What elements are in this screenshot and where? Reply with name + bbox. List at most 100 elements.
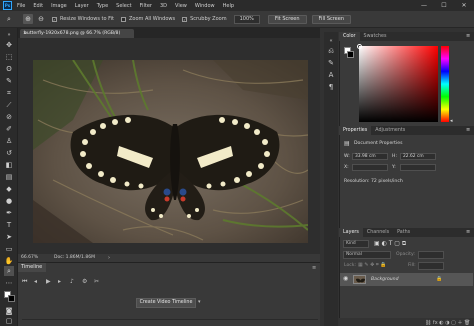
crop-tool-icon[interactable]: ⌗ [4, 88, 14, 98]
layer-thumbnail [353, 275, 366, 284]
settings-icon[interactable]: ⚙ [82, 278, 87, 285]
layer-kind-filter[interactable]: Kind [343, 240, 369, 248]
layer-name[interactable]: Background [371, 277, 399, 282]
screen-mode-icon[interactable]: ▢ [4, 316, 14, 326]
dodge-tool-icon[interactable]: ● [4, 196, 14, 206]
menu-select[interactable]: Select [116, 3, 131, 9]
close-button[interactable]: ✕ [454, 0, 474, 11]
type-tool-icon[interactable]: T [4, 220, 14, 230]
color-panel-background-swatch[interactable] [347, 51, 354, 58]
zoom-tool-icon[interactable]: ⌕ [4, 14, 14, 24]
blend-mode-dropdown[interactable]: Normal [343, 251, 391, 259]
menu-type[interactable]: Type [97, 3, 108, 9]
quick-mask-icon[interactable]: ◙ [4, 306, 14, 316]
history-panel-icon[interactable]: ⎌ [326, 46, 336, 56]
next-frame-icon[interactable]: ▸ [58, 278, 61, 285]
color-spectrum-field[interactable] [357, 44, 438, 122]
blur-tool-icon[interactable]: ◆ [4, 184, 14, 194]
lasso-tool-icon[interactable]: ʘ [4, 64, 14, 74]
fill-screen-button[interactable]: Fill Screen [311, 14, 352, 24]
timeline-menu-icon[interactable]: ≡ [312, 265, 316, 271]
background-color-swatch[interactable] [8, 295, 15, 302]
x-field[interactable] [352, 164, 388, 171]
zoom-out-icon[interactable]: ⊖ [36, 14, 46, 24]
marquee-tool-icon[interactable]: ⬚ [4, 52, 14, 62]
tab-channels[interactable]: Channels [363, 228, 393, 237]
properties-panel-tabs: Properties Adjustments [339, 126, 474, 135]
zoom-percent-field[interactable]: 100% [233, 14, 260, 24]
tab-layers[interactable]: Layers [339, 228, 363, 237]
prev-frame-icon[interactable]: ◂ [34, 278, 37, 285]
timeline-dropdown-icon[interactable]: ▾ [198, 299, 201, 305]
hand-tool-icon[interactable]: ✋ [4, 256, 14, 266]
move-tool-icon[interactable]: ✥ [4, 40, 14, 50]
menu-help[interactable]: Help [223, 3, 234, 9]
layers-panel-menu-icon[interactable]: ≡ [466, 229, 470, 235]
quick-select-tool-icon[interactable]: ✎ [4, 76, 14, 86]
collapse-icon[interactable]: « [326, 36, 336, 46]
eraser-tool-icon[interactable]: ◧ [4, 160, 14, 170]
menu-edit[interactable]: Edit [33, 3, 43, 9]
fit-screen-button[interactable]: Fit Screen [267, 14, 307, 24]
tab-swatches[interactable]: Swatches [360, 32, 391, 41]
tab-adjustments[interactable]: Adjustments [371, 126, 409, 135]
menu-file[interactable]: File [17, 3, 25, 9]
tab-color[interactable]: Color [339, 32, 360, 41]
hue-slider[interactable] [441, 46, 449, 122]
clone-stamp-tool-icon[interactable]: ♙ [4, 136, 14, 146]
fill-field[interactable] [418, 262, 444, 270]
butterfly-image[interactable] [33, 60, 308, 243]
paragraph-panel-icon[interactable]: ¶ [326, 82, 336, 92]
menu-image[interactable]: Image [51, 3, 67, 9]
hue-slider-handle-icon[interactable]: ◂ [450, 118, 453, 124]
timeline-tab[interactable]: Timeline [18, 263, 46, 272]
document-tab[interactable]: butterfly-1920x678.png @ 66.7% (RGB/8) × [20, 29, 134, 38]
play-icon[interactable]: ▶ [46, 278, 51, 285]
y-field[interactable] [400, 164, 436, 171]
scrubby-zoom-checkbox[interactable]: ✓ Scrubby Zoom [182, 16, 227, 22]
maximize-button[interactable]: ☐ [434, 0, 454, 11]
color-panel-menu-icon[interactable]: ≡ [466, 33, 470, 39]
path-selection-tool-icon[interactable]: ➤ [4, 232, 14, 242]
status-expand-icon[interactable]: › [108, 254, 110, 262]
color-picker-cursor[interactable] [357, 44, 362, 49]
tab-properties[interactable]: Properties [339, 126, 372, 135]
healing-brush-tool-icon[interactable]: ⊘ [4, 112, 14, 122]
layer-filter-icons[interactable]: ▣ ◐ T ▢ ⧉ [374, 240, 406, 248]
audio-icon[interactable]: ♪ [70, 278, 74, 285]
lock-options-icons[interactable]: ▦ ✎ ✥ ⌗ 🔒 [358, 262, 387, 268]
opacity-field[interactable] [418, 251, 444, 259]
layer-footer-icons[interactable]: ⛓ fx ◐ ◑ ▢ ＋ 🗑 [425, 319, 470, 326]
zoom-tool-selected-icon[interactable]: ⌕ [4, 266, 14, 276]
menu-view[interactable]: View [175, 3, 187, 9]
properties-panel-menu-icon[interactable]: ≡ [466, 127, 470, 133]
menu-layer[interactable]: Layer [75, 3, 89, 9]
menu-filter[interactable]: Filter [140, 3, 152, 9]
zoom-in-icon[interactable]: ⊕ [23, 14, 33, 24]
fill-label: Fill: [408, 263, 416, 268]
eyedropper-tool-icon[interactable]: ⟋ [4, 100, 14, 110]
zoom-status[interactable]: 66.67% [21, 254, 38, 262]
minimize-button[interactable]: — [414, 0, 434, 11]
first-frame-icon[interactable]: ⏮ [22, 278, 27, 286]
visibility-eye-icon[interactable]: ◉ [343, 275, 348, 282]
width-field[interactable]: 33.98 cm [352, 153, 388, 160]
history-brush-tool-icon[interactable]: ↺ [4, 148, 14, 158]
collapse-arrows-icon[interactable]: » [4, 30, 14, 40]
brush-panel-icon[interactable]: ✎ [326, 58, 336, 68]
create-video-timeline-button[interactable]: Create Video Timeline [136, 298, 196, 308]
pen-tool-icon[interactable]: ✒ [4, 208, 14, 218]
character-panel-icon[interactable]: A [326, 70, 336, 80]
split-icon[interactable]: ✂ [94, 278, 99, 285]
more-tools-icon[interactable]: ⋯ [4, 278, 14, 288]
zoom-all-windows-checkbox[interactable]: Zoom All Windows [121, 16, 175, 22]
menu-3d[interactable]: 3D [160, 3, 167, 9]
brush-tool-icon[interactable]: ✐ [4, 124, 14, 134]
gradient-tool-icon[interactable]: ▤ [4, 172, 14, 182]
tab-paths[interactable]: Paths [393, 228, 414, 237]
close-document-icon[interactable]: × [23, 29, 27, 38]
height-field[interactable]: 22.62 cm [400, 153, 436, 160]
resize-windows-checkbox[interactable]: ✓ Resize Windows to Fit [52, 16, 114, 22]
menu-window[interactable]: Window [195, 3, 215, 9]
shape-tool-icon[interactable]: ▭ [4, 244, 14, 254]
